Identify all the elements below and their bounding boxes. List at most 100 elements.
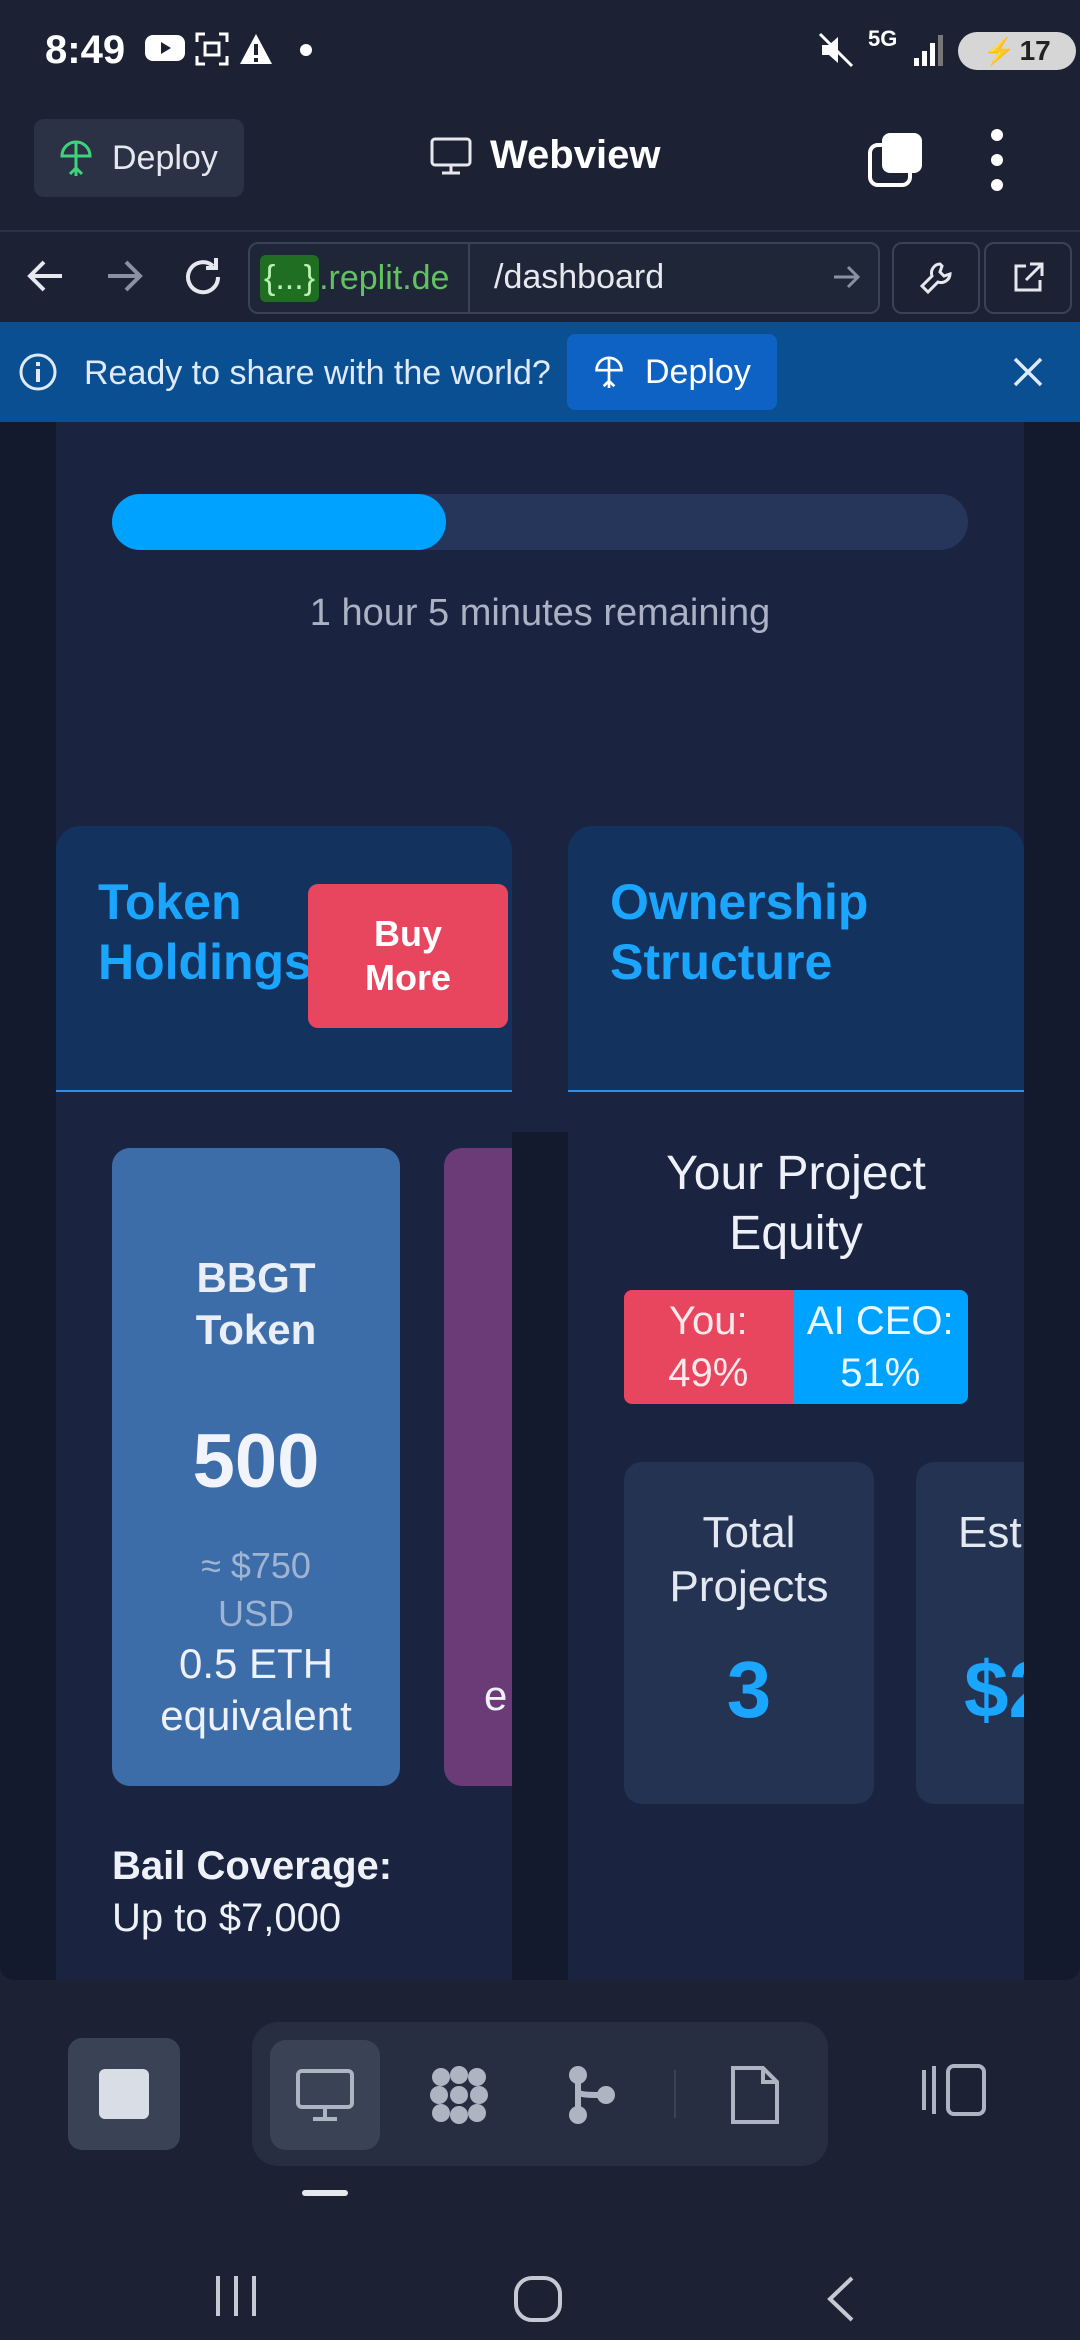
stat-label-line: Total: [702, 1508, 796, 1557]
stat-label-line: Est: [958, 1508, 1022, 1557]
close-icon[interactable]: [1010, 354, 1046, 390]
token-name-line: BBGT: [196, 1254, 316, 1301]
equity-title: Your Project Equity: [568, 1144, 1024, 1264]
monitor-icon: [430, 137, 472, 174]
webview-title-text: Webview: [490, 133, 661, 177]
signal-icon: [914, 35, 943, 66]
second-token-tile: e: [444, 1148, 512, 1786]
git-tool-button[interactable]: [536, 2040, 646, 2150]
equity-ai-value: 51%: [840, 1351, 921, 1395]
equity-ai-label: AI CEO:: [806, 1299, 954, 1343]
progress-bar: [112, 494, 968, 550]
open-external-icon: [1014, 262, 1044, 292]
time-remaining: 1 hour 5 minutes remaining: [309, 592, 771, 634]
workspace-tool-button[interactable]: [404, 2040, 514, 2150]
ownership-card: Ownership Structure Your Project Equity …: [568, 826, 1024, 1980]
deploy-banner: Ready to share with the world? Deploy: [0, 322, 1080, 422]
url-bar: {...} .replit.de /dashboard: [0, 232, 1080, 322]
tool-switcher: [252, 2022, 828, 2166]
dot-icon: [300, 44, 312, 56]
screenshot-icon: [195, 32, 229, 66]
back-nav-icon[interactable]: [822, 2274, 858, 2324]
deploy-label: Deploy: [112, 138, 218, 177]
usd-line: ≈ $750: [201, 1545, 311, 1586]
deploy-icon: [60, 140, 92, 176]
title-line: Holdings: [98, 934, 312, 990]
eth-line: 0.5 ETH: [178, 1640, 334, 1687]
equity-you-segment: You: 49%: [624, 1290, 793, 1404]
deploy-icon: [595, 356, 623, 388]
youtube-icon: [145, 35, 185, 61]
stop-icon: [99, 2069, 149, 2119]
file-tool-button[interactable]: [700, 2040, 810, 2150]
android-nav-bar: [0, 2200, 1080, 2340]
devtools-icon: [919, 262, 952, 295]
stat-label: Total Projects: [624, 1506, 874, 1614]
go-icon[interactable]: [830, 260, 864, 294]
webview-content: 1 hour 5 minutes remaining Token Holding…: [0, 422, 1080, 1980]
token-name: BBGT Token: [112, 1252, 400, 1356]
forward-icon[interactable]: [102, 254, 146, 298]
recents-icon[interactable]: [212, 2274, 262, 2318]
total-projects-stat: Total Projects 3: [624, 1462, 874, 1804]
equity-title-line: Your Project: [666, 1147, 926, 1200]
token-usd-value: ≈ $750 USD: [112, 1542, 400, 1638]
network-type: 5G: [868, 26, 898, 51]
bail-label: Bail Coverage:: [112, 1844, 393, 1888]
bottom-toolbar: [0, 1980, 1080, 2200]
toolbar-divider: [674, 2070, 676, 2118]
url-host-brace: {...}: [260, 254, 320, 302]
url-path[interactable]: /dashboard: [494, 258, 664, 297]
url-separator: [468, 244, 470, 312]
buy-more-button[interactable]: Buy More: [308, 884, 508, 1028]
webview-icon: [296, 2069, 354, 2121]
equity-ai-segment: AI CEO: 51%: [792, 1290, 968, 1404]
progress-fill: [112, 494, 446, 550]
status-bar: 8:49 5G ⚡ 17: [0, 0, 1080, 105]
git-icon: [569, 2066, 615, 2124]
equity-you-value: 49%: [668, 1351, 749, 1395]
stop-button[interactable]: [68, 2038, 180, 2150]
warning-icon: [240, 34, 272, 64]
token-name-line: Token: [195, 1306, 317, 1353]
bail-coverage: Bail Coverage: Up to $7,000: [112, 1840, 392, 1944]
deploy-button[interactable]: Deploy: [34, 119, 244, 197]
eth-line: equivalent: [160, 1692, 352, 1739]
token-holdings-header: Token Holdings Buy More: [56, 826, 512, 1092]
banner-deploy-label: Deploy: [645, 352, 751, 391]
stat-label: Est V: [958, 1506, 1024, 1614]
ownership-header: Ownership Structure: [568, 826, 1024, 1092]
devtools-button[interactable]: [892, 242, 980, 314]
banner-deploy-button[interactable]: Deploy: [567, 334, 777, 410]
webview-tool-button[interactable]: [270, 2040, 380, 2150]
reload-icon[interactable]: [180, 254, 226, 300]
equity-split-bar: You: 49% AI CEO: 51%: [624, 1290, 968, 1404]
buy-label: More: [364, 957, 451, 998]
battery-icon: ⚡ 17: [958, 32, 1076, 70]
url-host: {...} .replit.de: [260, 252, 449, 304]
token-eth-value: 0.5 ETH equivalent: [112, 1638, 400, 1742]
split-view-icon[interactable]: [920, 2062, 990, 2118]
more-icon[interactable]: [985, 127, 1009, 193]
stat-label-line: Projects: [669, 1562, 829, 1611]
ownership-title: Ownership Structure: [610, 872, 868, 992]
toolbar-handle[interactable]: [302, 2190, 348, 2196]
mute-icon: [818, 32, 854, 68]
tabs-icon[interactable]: [868, 131, 924, 187]
open-external-button[interactable]: [984, 242, 1072, 314]
back-icon[interactable]: [24, 254, 68, 298]
second-token-text: e: [484, 1672, 508, 1719]
token-holdings-title: Token Holdings: [98, 872, 312, 992]
battery-level: 17: [1019, 35, 1051, 66]
equity-title-line: Equity: [729, 1207, 863, 1260]
home-icon[interactable]: [512, 2274, 564, 2324]
url-field[interactable]: {...} .replit.de /dashboard: [248, 242, 880, 314]
file-icon: [731, 2066, 779, 2124]
token-amount: 500: [192, 1419, 320, 1504]
workspace-icon: [430, 2066, 488, 2124]
buy-label: Buy: [373, 913, 442, 954]
stat-value: 3: [726, 1645, 772, 1734]
status-time: 8:49: [45, 28, 126, 72]
title-line: Structure: [610, 934, 833, 990]
equity-you-label: You:: [668, 1299, 748, 1343]
